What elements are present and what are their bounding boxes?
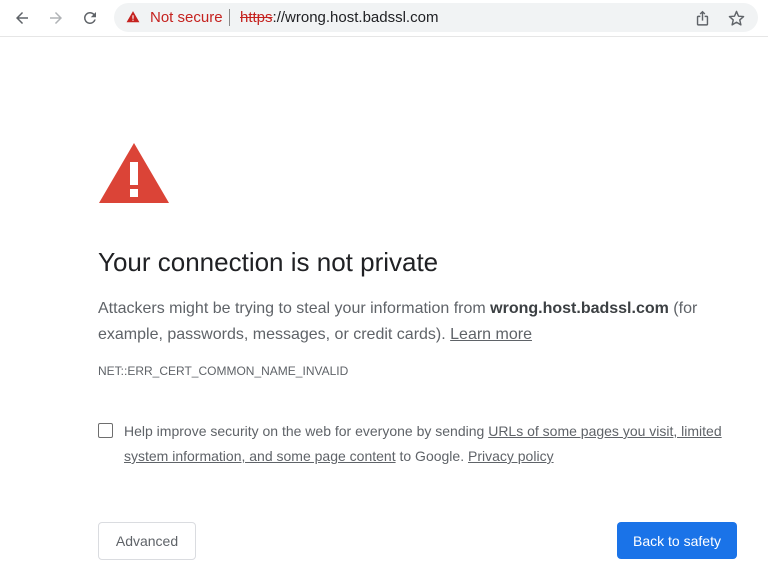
- explanation-text: Attackers might be trying to steal your …: [98, 300, 491, 317]
- address-bar[interactable]: Not secure https://wrong.host.badssl.com: [114, 3, 758, 32]
- browser-toolbar: Not secure https://wrong.host.badssl.com: [0, 0, 768, 37]
- optin-text: Help improve security on the web for eve…: [124, 419, 734, 469]
- error-code: NET::ERR_CERT_COMMON_NAME_INVALID: [98, 364, 349, 378]
- arrow-right-icon: [50, 12, 62, 24]
- privacy-policy-link[interactable]: Privacy policy: [468, 448, 554, 464]
- improve-security-checkbox[interactable]: [98, 423, 113, 438]
- explanation-paragraph: Attackers might be trying to steal your …: [98, 296, 738, 348]
- forward-button[interactable]: [43, 5, 69, 31]
- url-scheme: https: [240, 9, 273, 26]
- learn-more-link[interactable]: Learn more: [450, 326, 532, 343]
- arrow-left-icon: [16, 12, 28, 24]
- star-icon[interactable]: [726, 8, 746, 28]
- optin-text-before: Help improve security on the web for eve…: [124, 423, 489, 439]
- omnibox-separator: [229, 9, 230, 26]
- reload-icon: [83, 11, 96, 24]
- back-button[interactable]: [9, 5, 35, 31]
- warning-triangle-icon[interactable]: [126, 10, 140, 24]
- not-secure-label[interactable]: Not secure: [150, 9, 223, 26]
- url-rest: ://wrong.host.badssl.com: [272, 9, 439, 26]
- share-icon[interactable]: [692, 8, 712, 28]
- advanced-button[interactable]: Advanced: [98, 522, 196, 560]
- page-title: Your connection is not private: [98, 247, 439, 277]
- red-warning-triangle-icon: [98, 142, 170, 204]
- url-text[interactable]: https://wrong.host.badssl.com: [240, 9, 438, 26]
- back-to-safety-button[interactable]: Back to safety: [617, 522, 737, 559]
- host-name: wrong.host.badssl.com: [490, 300, 669, 317]
- reload-button[interactable]: [77, 5, 103, 31]
- optin-text-middle: to Google.: [395, 448, 468, 464]
